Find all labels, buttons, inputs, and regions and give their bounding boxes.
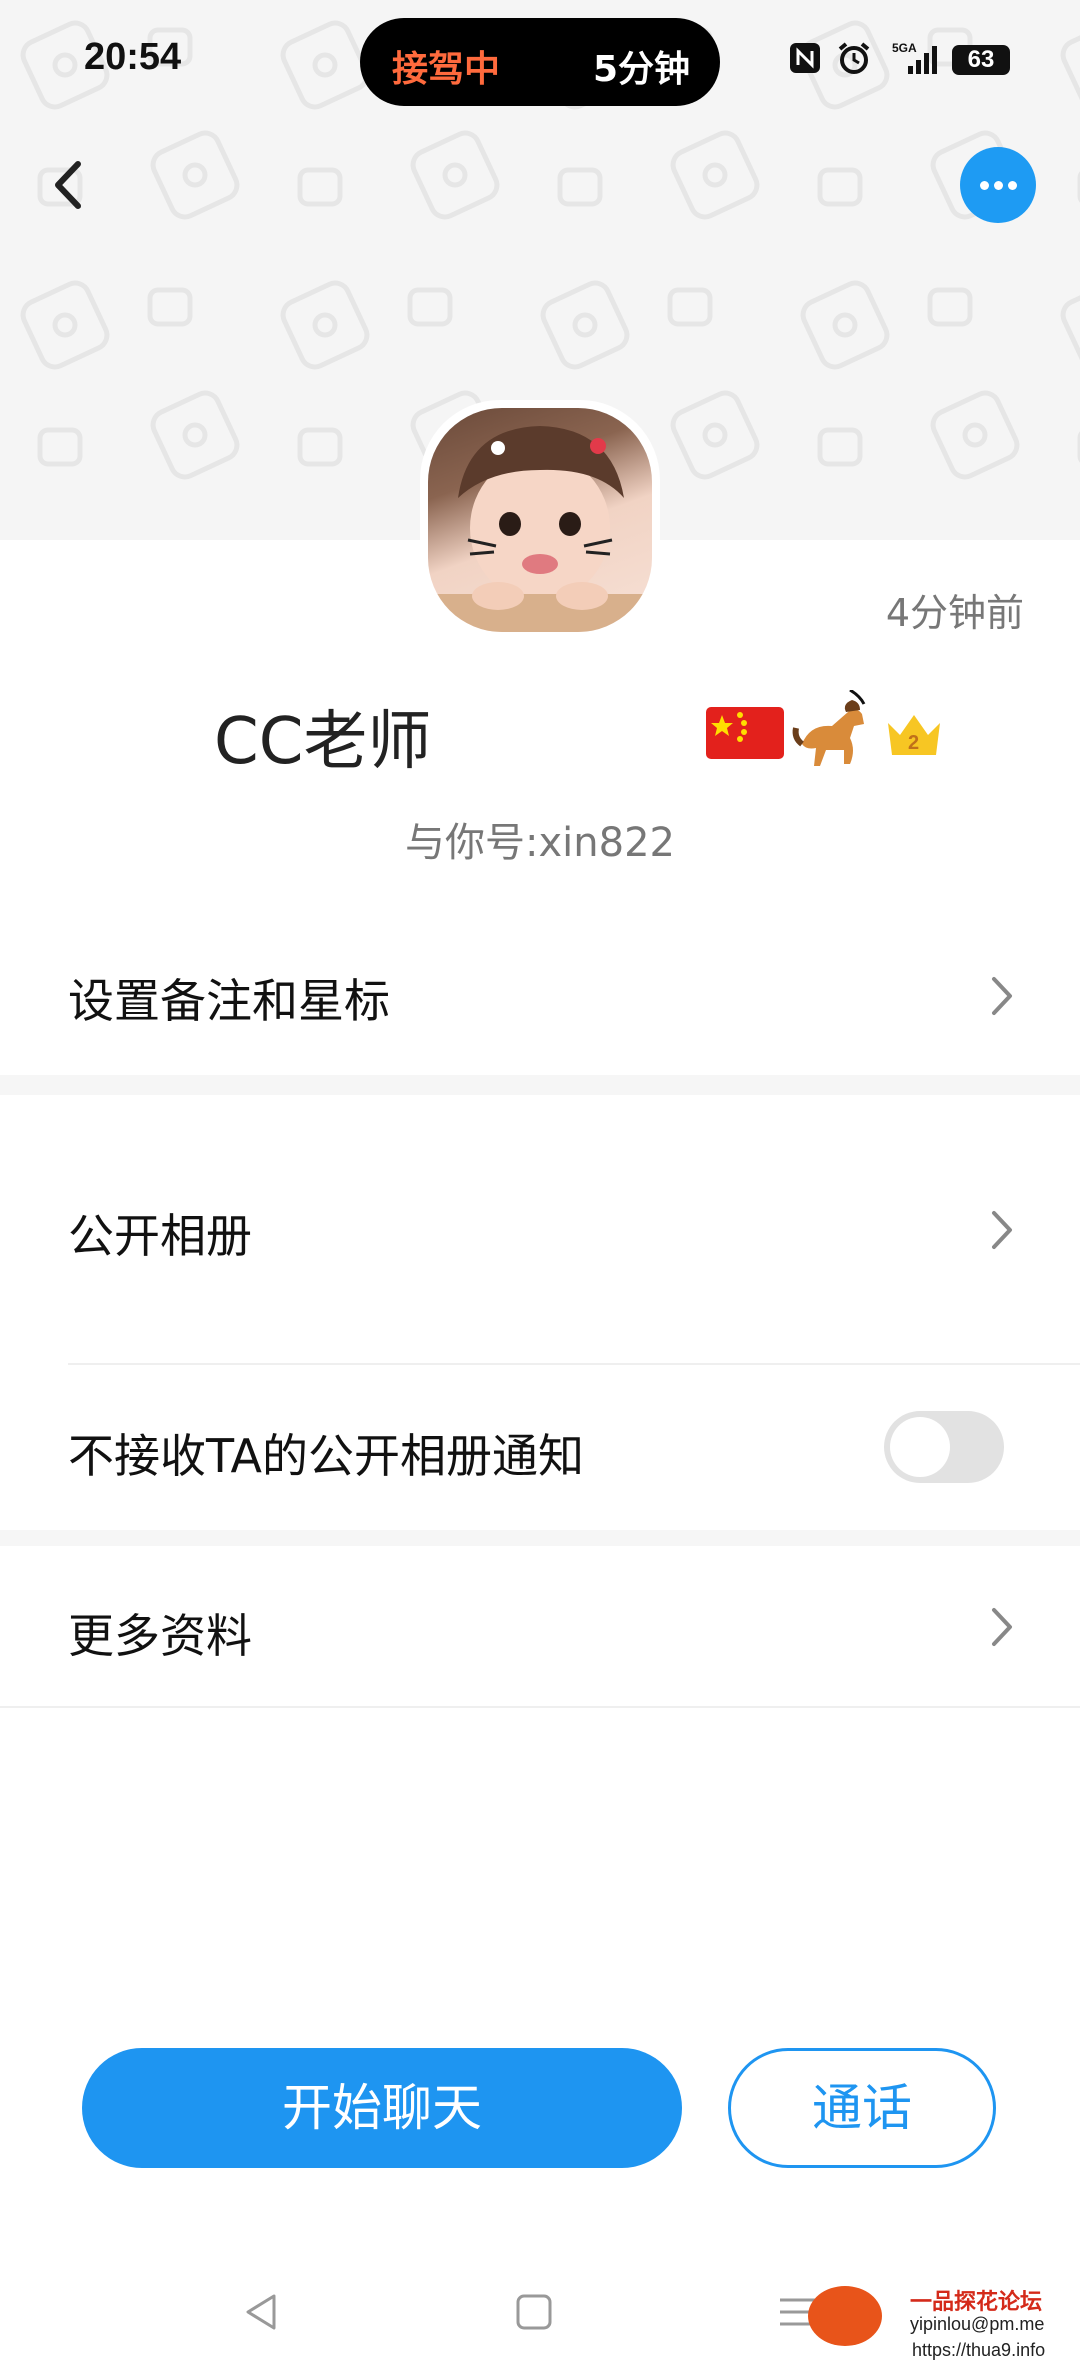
- triangle-back-icon: [246, 2294, 276, 2330]
- public-album-label: 公开相册: [68, 1209, 252, 1263]
- mute-album-row: 不接收TA的公开相册通知: [0, 1365, 1080, 1530]
- svg-text:5GA: 5GA: [892, 41, 917, 55]
- forum-logo-icon: [808, 2286, 882, 2346]
- chevron-right-icon: [988, 1205, 1018, 1259]
- nav-home-button[interactable]: [512, 2290, 556, 2338]
- status-bar: 20:54 接驾中 5分钟 5GA 63: [0, 0, 1080, 120]
- mute-album-label: 不接收TA的公开相册通知: [68, 1429, 584, 1483]
- live-activity-pill[interactable]: 接驾中 5分钟: [360, 18, 720, 106]
- battery-indicator: 63: [952, 45, 1010, 75]
- public-album-row[interactable]: 公开相册: [0, 1095, 1080, 1365]
- chevron-left-icon: [55, 161, 81, 209]
- china-flag-icon: [706, 703, 784, 767]
- start-chat-button[interactable]: 开始聊天: [82, 2048, 682, 2168]
- watermark-title: 一品探花论坛: [910, 2290, 1043, 2315]
- more-dot-icon: [1008, 181, 1017, 190]
- section-gap: [0, 1075, 1080, 1095]
- nav-back-button[interactable]: [240, 2290, 284, 2338]
- account-id: 与你号:xin822: [405, 820, 675, 866]
- crown-icon: 2: [882, 703, 946, 767]
- nfc-icon: [788, 41, 822, 79]
- more-info-label: 更多资料: [68, 1609, 252, 1663]
- horse-icon: [790, 688, 876, 780]
- call-button[interactable]: 通话: [728, 2048, 996, 2168]
- live-activity-eta: 5分钟: [592, 49, 690, 90]
- last-seen-time: 4分钟前: [885, 591, 1024, 635]
- more-options-button[interactable]: [960, 147, 1036, 223]
- svg-text:2: 2: [908, 732, 919, 754]
- signal-5g-icon: 5GA: [886, 40, 938, 80]
- status-icons: 5GA 63: [788, 40, 1010, 80]
- avatar-frame[interactable]: [420, 400, 660, 640]
- alarm-icon: [836, 40, 872, 80]
- profile-badges: 2: [706, 688, 946, 780]
- avatar: [428, 408, 652, 632]
- live-activity-status: 接驾中: [392, 49, 501, 90]
- watermark-url: https://thua9.info: [912, 2340, 1046, 2360]
- more-info-row[interactable]: 更多资料: [0, 1546, 1080, 1706]
- chevron-right-icon: [988, 1602, 1018, 1656]
- row-divider: [0, 1706, 1080, 1708]
- set-remark-label: 设置备注和星标: [68, 974, 390, 1028]
- section-gap: [0, 1530, 1080, 1546]
- watermark-email: yipinlou@pm.me: [910, 2314, 1045, 2334]
- profile-name: CC老师: [214, 705, 432, 779]
- toggle-knob: [890, 1417, 950, 1477]
- back-button[interactable]: [36, 150, 106, 220]
- chevron-right-icon: [988, 971, 1018, 1025]
- mute-album-toggle[interactable]: [884, 1411, 1004, 1483]
- status-time: 20:54: [84, 36, 182, 78]
- more-dot-icon: [980, 181, 989, 190]
- forum-watermark: 一品探花论坛 yipinlou@pm.me https://thua9.info: [808, 2280, 1080, 2374]
- square-home-icon: [516, 2294, 552, 2330]
- set-remark-row[interactable]: 设置备注和星标: [0, 935, 1080, 1075]
- more-dot-icon: [994, 181, 1003, 190]
